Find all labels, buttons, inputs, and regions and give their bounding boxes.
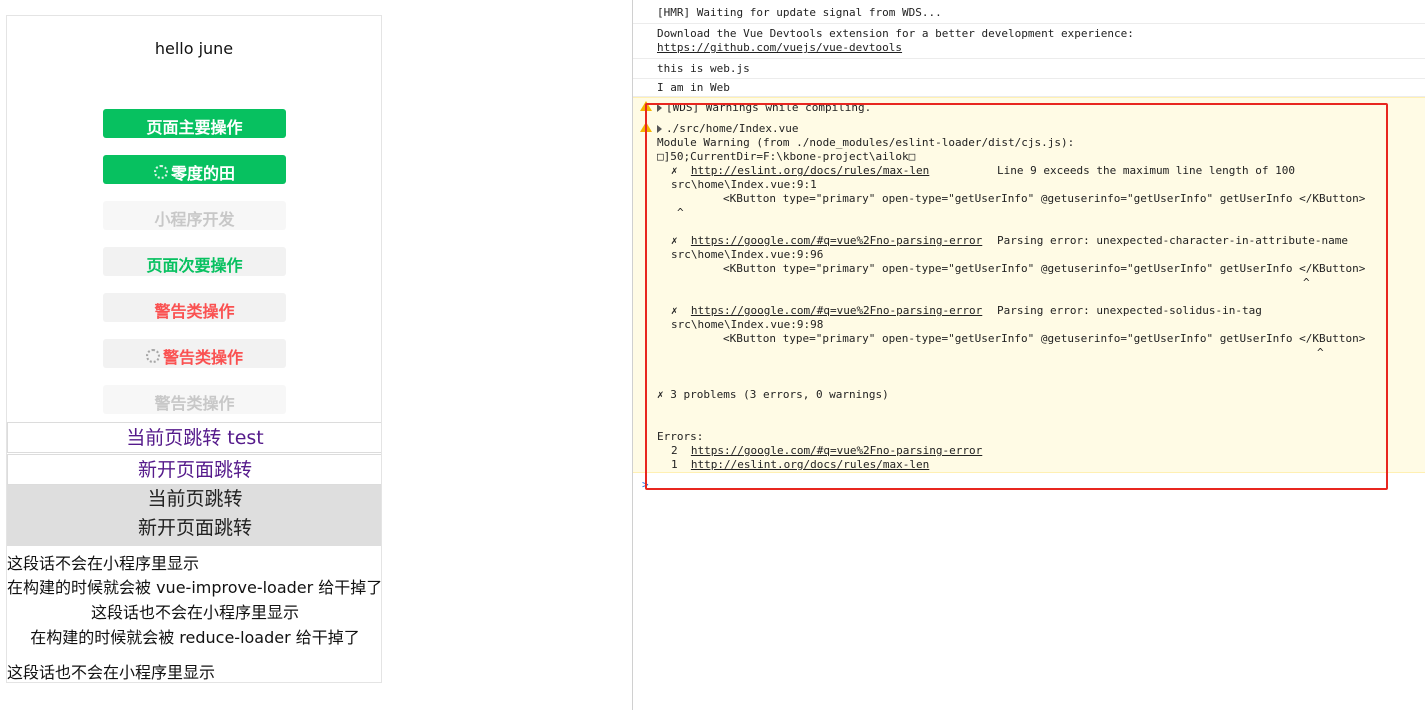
error-message: Parsing error: unexpected-character-in-a… bbox=[997, 234, 1348, 247]
expand-arrow-icon[interactable] bbox=[657, 125, 662, 133]
module-warning-text: Module Warning (from ./node_modules/esli… bbox=[657, 136, 1075, 149]
button-label: 页面次要操作 bbox=[146, 255, 243, 275]
error-location: src\home\Index.vue:9:96 bbox=[671, 248, 824, 261]
web-only-text-4: 在构建的时候就会被 reduce-loader 给干掉了 bbox=[30, 628, 360, 647]
error-caret: ^ bbox=[677, 206, 684, 219]
problems-summary: ✗ 3 problems (3 errors, 0 warnings) bbox=[657, 388, 889, 401]
navigator-block: 当前页跳转 新开页面跳转 bbox=[7, 485, 381, 546]
navigate-new-page-link[interactable]: 新开页面跳转 bbox=[7, 454, 381, 485]
loading-primary-button[interactable]: 零度的田 bbox=[103, 155, 286, 184]
secondary-action-button[interactable]: 页面次要操作 bbox=[103, 247, 286, 276]
button-label: 警告类操作 bbox=[154, 393, 235, 413]
disabled-button: 小程序开发 bbox=[103, 201, 286, 230]
navigate-current-test-link[interactable]: 当前页跳转 test bbox=[7, 422, 381, 453]
loading-spinner-icon bbox=[145, 348, 160, 363]
rule-link[interactable]: http://eslint.org/docs/rules/max-len bbox=[691, 164, 929, 177]
errors-summary-row: 2 https://google.com/#q=vue%2Fno-parsing… bbox=[671, 444, 983, 457]
button-label: 警告类操作 bbox=[154, 301, 235, 321]
error-caret: ^ bbox=[1317, 346, 1324, 359]
button-label: 警告类操作 bbox=[162, 347, 243, 367]
error-row: ✗ https://google.com/#q=vue%2Fno-parsing… bbox=[671, 304, 983, 317]
loading-spinner-icon bbox=[153, 164, 168, 179]
warn-action-button[interactable]: 警告类操作 bbox=[103, 293, 286, 322]
cwd-text: □]50;CurrentDir=F:\kbone-project\ailok□ bbox=[657, 150, 916, 163]
console-message: this is web.js bbox=[633, 60, 1425, 79]
navigate-current-link[interactable]: 当前页跳转 bbox=[7, 485, 381, 514]
error-message: Parsing error: unexpected-solidus-in-tag bbox=[997, 304, 1262, 317]
console-message: [HMR] Waiting for update signal from WDS… bbox=[633, 6, 1425, 24]
rule-link[interactable]: https://google.com/#q=vue%2Fno-parsing-e… bbox=[691, 304, 982, 317]
web-only-text-2: 在构建的时候就会被 vue-improve-loader 给干掉了 bbox=[7, 578, 382, 597]
console-message: Download the Vue Devtools extension for … bbox=[633, 25, 1425, 59]
navigate-new-page-link-2[interactable]: 新开页面跳转 bbox=[7, 514, 381, 543]
rule-link[interactable]: https://google.com/#q=vue%2Fno-parsing-e… bbox=[691, 234, 982, 247]
loading-warn-button[interactable]: 警告类操作 bbox=[103, 339, 286, 368]
error-row: ✗ https://google.com/#q=vue%2Fno-parsing… bbox=[671, 234, 983, 247]
devtools-text: Download the Vue Devtools extension for … bbox=[657, 27, 1134, 40]
warning-icon bbox=[640, 122, 652, 132]
hello-text: hello june bbox=[154, 39, 234, 58]
button-label: 页面主要操作 bbox=[146, 117, 243, 137]
web-only-text-5: 这段话也不会在小程序里显示 bbox=[7, 663, 216, 682]
warning-block: [WDS] Warnings while compiling. ./src/ho… bbox=[633, 97, 1425, 473]
error-row: ✗ http://eslint.org/docs/rules/max-len bbox=[671, 164, 930, 177]
error-code: <KButton type="primary" open-type="getUs… bbox=[723, 262, 1366, 275]
error-location: src\home\Index.vue:9:1 bbox=[671, 178, 817, 191]
disabled-warn-button: 警告类操作 bbox=[103, 385, 286, 414]
rule-link[interactable]: https://google.com/#q=vue%2Fno-parsing-e… bbox=[691, 444, 982, 457]
errors-label: Errors: bbox=[657, 430, 704, 443]
console-panel: [HMR] Waiting for update signal from WDS… bbox=[632, 0, 1425, 710]
expand-arrow-icon[interactable] bbox=[657, 104, 662, 112]
error-message: Line 9 exceeds the maximum line length o… bbox=[997, 164, 1296, 177]
primary-action-button[interactable]: 页面主要操作 bbox=[103, 109, 286, 138]
error-code: <KButton type="primary" open-type="getUs… bbox=[723, 332, 1366, 345]
web-only-text-1: 这段话不会在小程序里显示 bbox=[7, 554, 200, 573]
error-code: <KButton type="primary" open-type="getUs… bbox=[723, 192, 1366, 205]
errors-summary-row: 1 http://eslint.org/docs/rules/max-len bbox=[671, 458, 930, 471]
warning-icon bbox=[640, 101, 652, 111]
web-only-text-3: 这段话也不会在小程序里显示 bbox=[90, 603, 299, 622]
rule-link[interactable]: http://eslint.org/docs/rules/max-len bbox=[691, 458, 929, 471]
console-prompt[interactable]: > bbox=[642, 478, 649, 491]
preview-panel: hello june 页面主要操作 零度的田 小程序开发 页面次要操作 警告类操… bbox=[6, 15, 382, 683]
button-label: 小程序开发 bbox=[154, 209, 235, 229]
wds-warning-row[interactable]: [WDS] Warnings while compiling. bbox=[657, 101, 871, 115]
console-message: I am in Web bbox=[633, 80, 1425, 97]
error-caret: ^ bbox=[1303, 276, 1310, 289]
devtools-link[interactable]: https://github.com/vuejs/vue-devtools bbox=[657, 41, 902, 54]
file-warning-row[interactable]: ./src/home/Index.vue bbox=[657, 122, 798, 136]
error-location: src\home\Index.vue:9:98 bbox=[671, 318, 824, 331]
button-label: 零度的田 bbox=[170, 163, 235, 183]
